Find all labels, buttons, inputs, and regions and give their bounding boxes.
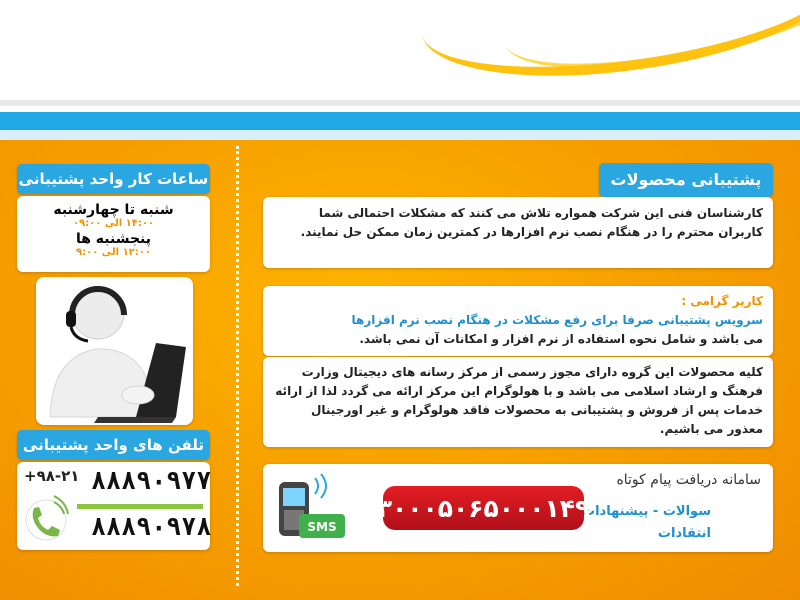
hours-time1: ۱۴:۰۰ الی ۰۹:۰۰ bbox=[72, 218, 155, 229]
hours-panel: شنبه تا چهارشنبه ۱۴:۰۰ الی ۰۹:۰۰ پنجشنبه… bbox=[17, 196, 210, 272]
header-line bbox=[0, 130, 800, 140]
hours-day1: شنبه تا چهارشنبه bbox=[53, 202, 174, 218]
phone-separator bbox=[77, 504, 203, 509]
hours-title: ساعات کار واحد پشتیبانی bbox=[17, 164, 210, 194]
header-banner bbox=[0, 0, 800, 140]
notice-greeting: کاربر گرامی : bbox=[681, 294, 763, 308]
sms-label: سامانه دریافت پیام کوتاه bbox=[616, 472, 761, 488]
license-description: کلیه محصولات این گروه دارای مجوز رسمی از… bbox=[275, 365, 763, 436]
phone-number-1[interactable]: ۸۸۸۹۰۹۷۷ bbox=[91, 466, 211, 495]
sms-badge: SMS bbox=[307, 520, 336, 534]
header-line bbox=[0, 100, 800, 106]
headset-person-icon bbox=[49, 286, 186, 423]
support-panel: کارشناسان فنی این شرکت همواره تلاش می کن… bbox=[263, 197, 773, 268]
notice-panel: کاربر گرامی : سرویس پشتیبانی صرفا برای ر… bbox=[263, 286, 773, 356]
notice-dark-text: می باشد و شامل نحوه استفاده از نرم افزار… bbox=[359, 332, 763, 346]
phone-area-code: +۹۸-۲۱ bbox=[24, 467, 80, 485]
phones-panel: +۹۸-۲۱ ۸۸۸۹۰۹۷۷ ۸۸۸۹۰۹۷۸ bbox=[17, 462, 210, 550]
notice-blue-text: سرویس پشتیبانی صرفا برای رفع مشکلات در ه… bbox=[351, 313, 763, 327]
support-description: کارشناسان فنی این شرکت همواره تلاش می کن… bbox=[300, 206, 763, 239]
sms-number-button[interactable]: ۳۰۰۰۵۰۶۵۰۰۰۱۴۹ bbox=[377, 486, 589, 530]
sms-topics: سوالات - پیشنهادات bbox=[582, 504, 711, 519]
support-agent-illustration bbox=[36, 277, 193, 425]
header-swoosh bbox=[412, 0, 800, 99]
support-title: پشتیبانی محصولات bbox=[599, 163, 773, 197]
dotted-divider bbox=[236, 146, 239, 586]
phones-title: تلفن های واحد پشتیبانی bbox=[17, 430, 210, 460]
hours-time2: ۱۲:۰۰ الی ۹:۰۰ bbox=[76, 247, 151, 258]
mobile-sms-icon: SMS bbox=[279, 473, 345, 538]
license-panel: کلیه محصولات این گروه دارای مجوز رسمی از… bbox=[263, 357, 773, 447]
sms-topics-2: انتقادات bbox=[657, 526, 711, 541]
hours-day2: پنجشنبه ها bbox=[75, 231, 152, 247]
phone-number-2[interactable]: ۸۸۸۹۰۹۷۸ bbox=[91, 512, 211, 541]
header-blue-bar bbox=[0, 112, 800, 130]
phone-handset-icon bbox=[25, 495, 69, 541]
